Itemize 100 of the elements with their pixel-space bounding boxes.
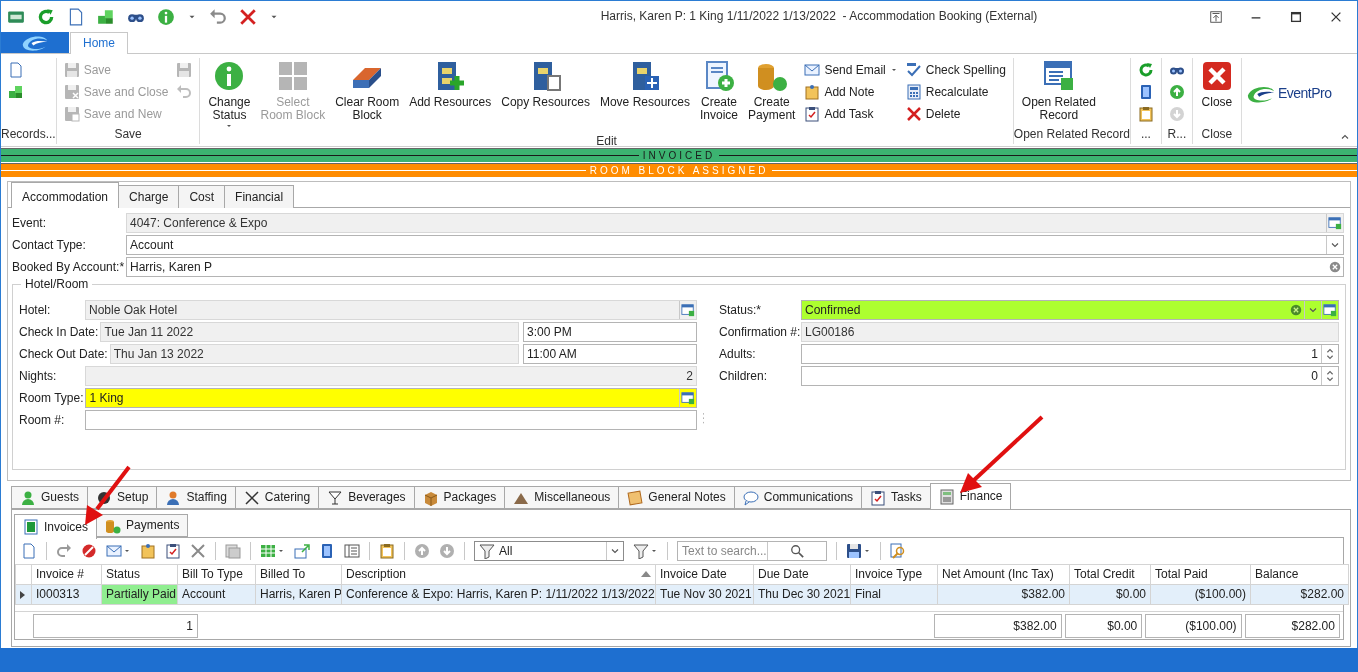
input-field[interactable]: Tue Jan 11 2022 [100,322,519,343]
spell-check-icon [905,62,922,78]
calculator-icon [905,84,922,100]
refresh-icon[interactable] [37,7,55,26]
section-tab[interactable]: Setup [87,486,158,509]
field-label: Booked By Account:* [12,260,126,275]
lookup-button[interactable] [679,301,696,320]
input-field[interactable]: 1 [801,344,1339,365]
note-icon [804,84,821,100]
form-tab[interactable]: Charge [118,185,180,209]
ribbon-button[interactable]: Change Status [203,58,256,134]
save-icon [63,106,80,122]
package-icon [422,489,439,506]
lookup-button[interactable] [679,389,696,408]
column-header[interactable]: Balance [1250,564,1349,585]
field-label: Status:* [719,303,763,318]
group-label: Records... [1,127,56,143]
filter-dropdown[interactable]: All [474,541,624,561]
ribbon-button[interactable]: Create Payment [743,58,801,122]
input-field[interactable]: Thu Jan 13 2022 [109,344,519,365]
column-header[interactable]: Due Date [753,564,851,585]
toolbar-button[interactable] [846,543,871,559]
toolbar-button[interactable] [190,543,206,559]
column-header[interactable]: Bill To Type [177,564,256,585]
toolbar-button[interactable] [81,543,97,559]
toolbar-button[interactable] [106,543,131,559]
section-tab[interactable]: Finance [929,483,1012,509]
field-label: Hotel: [19,303,52,318]
delete-icon[interactable] [239,7,257,26]
ribbon-button[interactable]: Open Related Record [1016,58,1101,122]
section-tab[interactable]: Packages [413,486,506,509]
ribbon-button[interactable]: Add Note [800,81,902,103]
column-header[interactable]: Status [101,564,178,585]
ribbon-button[interactable]: Close [1195,58,1238,109]
ribbon-button[interactable]: Copy Resources [496,58,595,109]
toolbar-button[interactable] [319,543,335,559]
form-tab[interactable]: Cost [178,185,226,209]
input-field[interactable]: 4047: Conference & Expo [126,213,1344,234]
toolbar-button[interactable] [379,543,395,559]
ribbon-button[interactable]: Create Invoice [695,58,744,122]
undo-icon[interactable] [209,7,227,26]
section-tab[interactable]: Miscellaneous [504,486,620,509]
lookup-button[interactable] [1321,301,1338,320]
toolbar-button[interactable] [633,543,658,559]
lookup-icon [1323,303,1337,318]
column-header[interactable]: Total Paid [1150,564,1251,585]
input-field[interactable]: Harris, Karen P [126,257,1344,278]
sub-tab[interactable]: Payments [96,514,189,537]
column-header[interactable]: Net Amount (Inc Tax) [937,564,1070,585]
document-icon[interactable] [67,7,85,26]
input-field[interactable]: 2 [85,366,697,387]
input-field[interactable] [85,410,697,431]
ribbon-tab[interactable]: Home [70,32,128,54]
toolbar-button[interactable] [140,543,156,559]
column-header[interactable]: Invoice Date [655,564,754,585]
form-tab[interactable]: Financial [224,185,295,209]
ribbon-button[interactable]: Send Email [800,59,902,81]
time-field[interactable]: 11:00 AM [523,344,697,365]
window-title: Harris, Karen P: 1 King 1/11/2022 1/13/2022 - Accommodation Booking (External) [599,9,1039,24]
input-field[interactable]: LG00186 [801,322,1339,343]
input-field[interactable]: Noble Oak Hotel [85,300,697,321]
column-header[interactable]: Invoice # [31,564,102,585]
toolbar-button[interactable] [344,543,360,559]
section-tab[interactable]: Staffing [156,486,236,509]
column-header[interactable]: Billed To [255,564,342,585]
time-field[interactable]: 3:00 PM [523,322,697,343]
section-tab[interactable]: Catering [234,486,320,509]
section-tab[interactable]: General Notes [618,486,735,509]
ribbon-button[interactable]: Check Spelling [901,59,1010,81]
column-header[interactable]: Invoice Type [850,564,938,585]
input-field[interactable]: 1 King [85,388,697,409]
info-icon[interactable] [157,7,175,26]
ribbon-button[interactable]: Add Resources [404,58,497,109]
ribbon-button[interactable]: Move Resources [594,58,695,109]
toolbar-button[interactable] [165,543,181,559]
ribbon-button[interactable]: Clear Room Block [330,58,405,122]
column-header[interactable]: Total Credit [1069,564,1151,585]
pin-icon[interactable] [1209,9,1223,24]
section-tab[interactable]: Communications [733,486,863,509]
ribbon-button[interactable]: Add Task [800,103,902,125]
ribbon-button[interactable]: Delete [901,103,1010,125]
maximize-icon[interactable] [1289,9,1303,24]
money-icon [23,519,39,535]
section-tab[interactable]: Beverages [318,486,415,509]
column-header[interactable]: Description [341,564,656,585]
cubes-icon[interactable] [97,7,115,26]
sub-tab[interactable]: Invoices [14,514,98,539]
section-tab[interactable]: Guests [11,486,88,509]
input-field[interactable]: Confirmed [801,300,1339,321]
lookup-button[interactable] [1326,214,1343,233]
input-field[interactable]: 0 [801,366,1339,387]
app-menu-button[interactable] [1,32,69,53]
input-field[interactable]: Account [126,235,1344,256]
ribbon-button[interactable]: Recalculate [901,81,1010,103]
total-cell: $0.00 [1064,613,1143,638]
search-field[interactable]: Text to search... [677,541,827,561]
form-tab[interactable]: Accommodation [11,182,120,209]
lookup-icon [681,391,695,406]
section-tab[interactable]: Tasks [861,486,931,509]
clipboard-icon [870,489,887,506]
